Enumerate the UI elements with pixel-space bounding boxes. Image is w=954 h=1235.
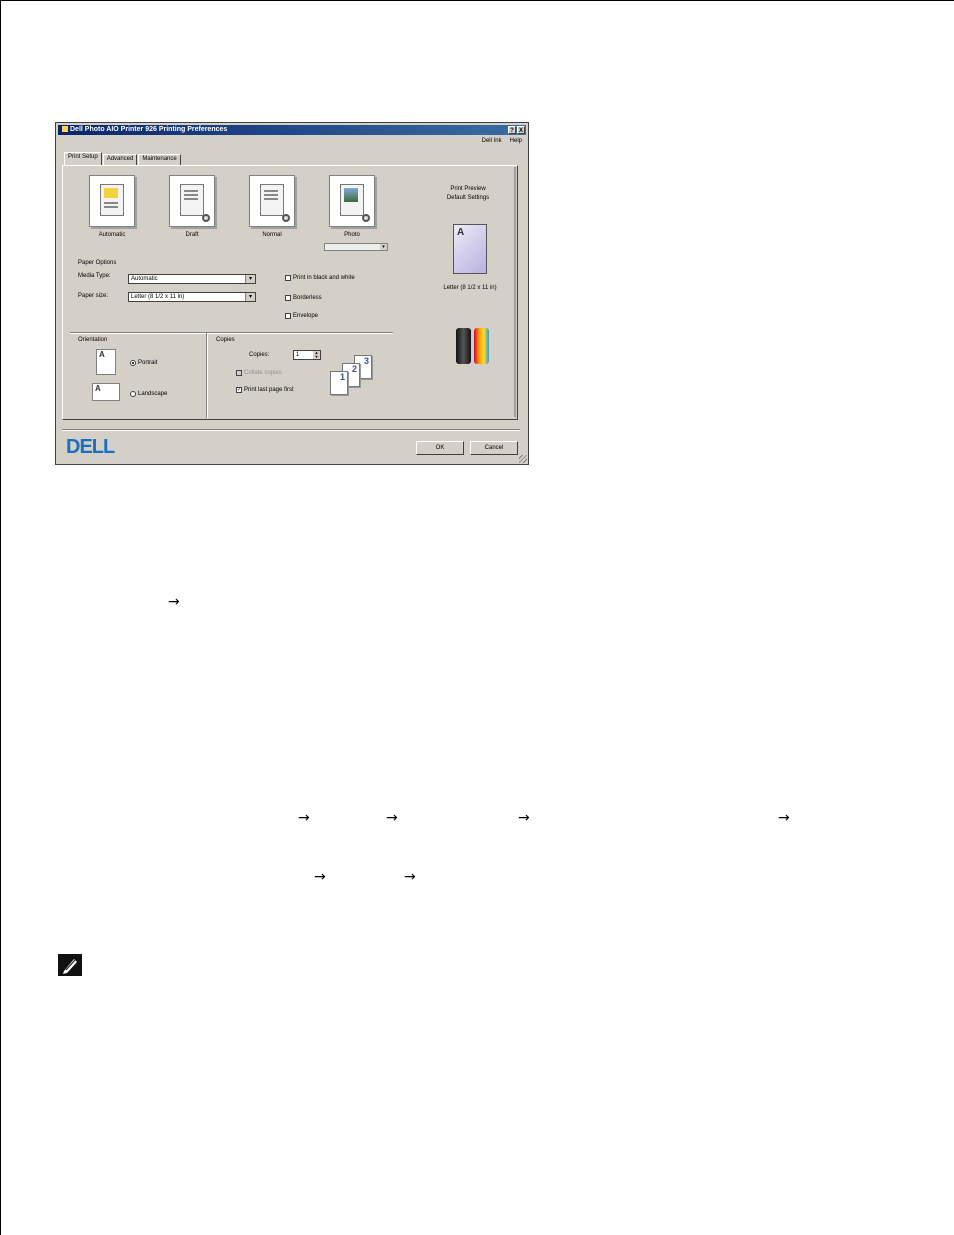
page-border-top xyxy=(0,0,954,1)
default-settings-link[interactable]: Default Settings xyxy=(440,194,496,203)
quality-normal[interactable]: Normal xyxy=(247,175,297,238)
copies-label: Copies: xyxy=(249,352,270,358)
print-last-page-first-checkbox[interactable]: ✓ Print last page first xyxy=(236,387,326,393)
quality-automatic[interactable]: Automatic xyxy=(87,175,137,238)
arrow-icon: → xyxy=(386,810,398,826)
checkbox-label: Envelope xyxy=(293,313,319,319)
draft-quality-icon xyxy=(169,175,215,227)
help-link[interactable]: Help xyxy=(510,138,522,144)
preview-paper-size: Letter (8 1/2 x 11 in) xyxy=(443,285,497,291)
radio-label: Portrait xyxy=(138,360,158,366)
copies-group-label: Copies xyxy=(216,337,235,343)
checkbox-label: Print last page first xyxy=(244,387,294,393)
borderless-checkbox[interactable]: Borderless xyxy=(285,295,355,301)
chevron-down-icon: ▾ xyxy=(245,293,255,301)
dell-ink-link[interactable]: Dell Ink xyxy=(482,138,502,144)
dialog-title: Dell Photo AIO Printer 926 Printing Pref… xyxy=(70,126,228,133)
paper-size-select[interactable]: Letter (8 1/2 x 11 in) ▾ xyxy=(128,292,256,302)
media-type-select[interactable]: Automatic ▾ xyxy=(128,274,256,284)
arrow-icon: → xyxy=(298,810,310,826)
arrow-icon: → xyxy=(314,869,326,885)
paper-size-label: Paper size: xyxy=(78,293,109,299)
paper-options-label: Paper Options xyxy=(78,260,117,266)
quality-label: Automatic xyxy=(98,232,126,238)
resize-grip-icon[interactable] xyxy=(519,455,527,463)
quality-draft[interactable]: Draft xyxy=(167,175,217,238)
quality-label: Normal xyxy=(262,232,282,238)
collate-checkbox[interactable]: Collate copies xyxy=(236,370,306,376)
portrait-preview: A xyxy=(96,349,116,375)
chevron-down-icon: ▾ xyxy=(380,244,387,250)
envelope-checkbox[interactable]: Envelope xyxy=(285,313,355,319)
cancel-button[interactable]: Cancel xyxy=(470,441,518,455)
section-divider xyxy=(70,332,393,334)
spin-arrows-icon[interactable]: ▲ ▼ xyxy=(313,351,320,359)
quality-label: Photo xyxy=(344,232,360,238)
section-divider-vertical xyxy=(206,333,208,418)
printer-icon xyxy=(62,126,68,133)
quality-photo[interactable]: Photo xyxy=(327,175,377,238)
automatic-quality-icon xyxy=(89,175,135,227)
media-type-label: Media Type: xyxy=(78,273,111,279)
photo-quality-select[interactable]: ▾ xyxy=(324,243,388,251)
note-pencil-icon xyxy=(58,954,82,976)
footer-divider xyxy=(62,429,520,431)
copies-stepper[interactable]: 1 ▲ ▼ xyxy=(293,350,321,360)
ok-button[interactable]: OK xyxy=(416,441,464,455)
arrow-icon: → xyxy=(168,594,180,610)
page-border-left xyxy=(0,0,1,1235)
arrow-icon: → xyxy=(778,810,790,826)
checkbox-label: Print in black and white xyxy=(293,275,355,281)
landscape-preview: A xyxy=(92,383,120,401)
dialog-titlebar[interactable]: Dell Photo AIO Printer 926 Printing Pref… xyxy=(58,125,526,135)
ink-cartridge-icon[interactable] xyxy=(454,322,494,364)
page-preview: A xyxy=(453,224,487,274)
checkbox-label: Borderless xyxy=(293,295,322,301)
arrow-icon: → xyxy=(518,810,530,826)
orientation-group-label: Orientation xyxy=(78,337,108,343)
portrait-radio[interactable]: Portrait xyxy=(130,360,157,366)
close-button[interactable]: X xyxy=(517,126,525,134)
quality-label: Draft xyxy=(185,232,199,238)
panel-edge xyxy=(514,167,516,417)
black-white-checkbox[interactable]: Print in black and white xyxy=(285,275,355,281)
collated-copies-icon: 3 2 1 xyxy=(328,353,382,397)
checkbox-label: Collate copies xyxy=(244,370,282,376)
normal-quality-icon xyxy=(249,175,295,227)
tab-print-setup[interactable]: Print Setup xyxy=(64,152,102,166)
chevron-down-icon: ▾ xyxy=(245,275,255,283)
dell-logo: DELL xyxy=(66,436,115,458)
photo-quality-icon xyxy=(329,175,375,227)
print-preview-link[interactable]: Print Preview xyxy=(440,185,496,194)
help-title-button[interactable]: ? xyxy=(508,126,516,134)
arrow-icon: → xyxy=(404,869,416,885)
printing-preferences-dialog: Dell Photo AIO Printer 926 Printing Pref… xyxy=(55,122,529,465)
radio-label: Landscape xyxy=(138,391,168,397)
landscape-radio[interactable]: Landscape xyxy=(130,391,167,397)
